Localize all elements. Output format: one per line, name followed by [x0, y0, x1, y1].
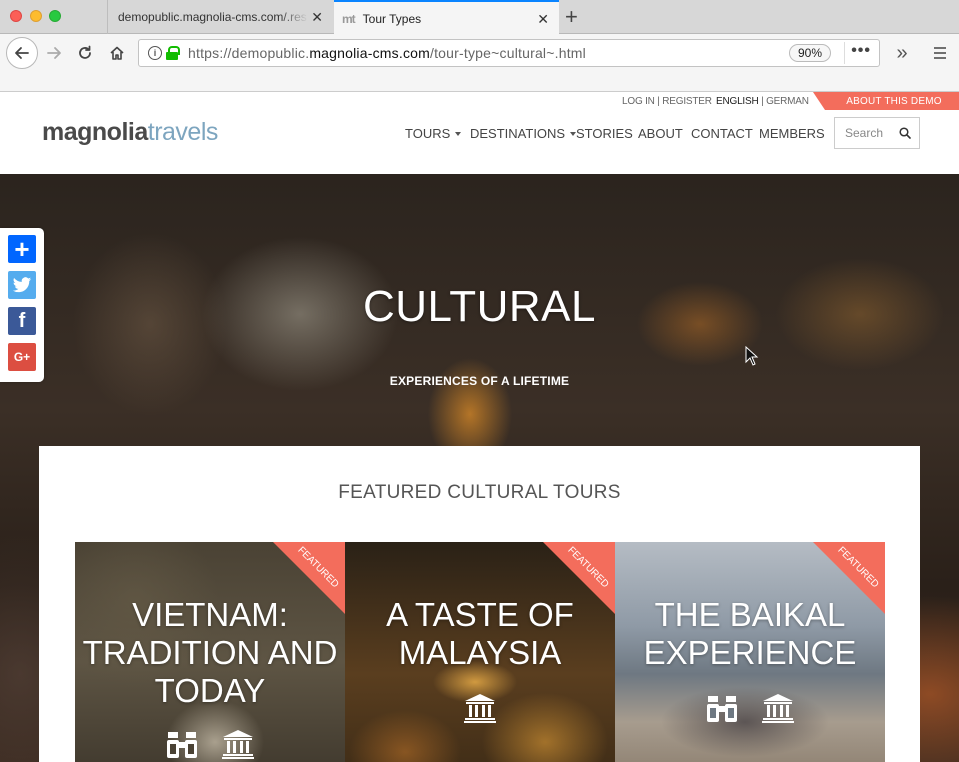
forward-arrow-icon[interactable] — [42, 38, 66, 68]
lang-divider: | — [758, 96, 767, 107]
hero-title: CULTURAL — [362, 282, 596, 331]
tab-title: Tour Types — [362, 11, 422, 26]
site-search[interactable] — [834, 117, 920, 149]
search-input[interactable] — [845, 126, 903, 140]
tour-card-malaysia[interactable]: FEATURED A TASTE OF MALAYSIA — [345, 542, 615, 762]
tour-type-icons — [75, 728, 345, 760]
toolbar-spacer — [0, 72, 959, 92]
window-maximize-button[interactable] — [49, 10, 61, 22]
zoom-level-badge[interactable]: 90% — [788, 44, 831, 62]
tour-card-title: A TASTE OF MALAYSIA — [386, 596, 574, 671]
lang-german[interactable]: GERMAN — [766, 96, 809, 107]
museum-icon — [464, 694, 496, 723]
address-bar[interactable]: i https://demopublic.magnolia-cms.com/to… — [138, 39, 880, 67]
page-actions-more-icon[interactable]: ••• — [851, 42, 871, 60]
lock-icon[interactable] — [166, 46, 180, 60]
tour-card-vietnam[interactable]: FEATURED VIETNAM: TRADITION AND TODAY — [75, 542, 345, 762]
hero-subtitle: EXPERIENCES OF A LIFETIME — [389, 374, 570, 388]
lang-english[interactable]: ENGLISH — [716, 96, 759, 107]
tab-close-icon[interactable]: ✕ — [311, 9, 323, 26]
window-minimize-button[interactable] — [30, 10, 42, 22]
nav-about[interactable]: ABOUT — [638, 126, 683, 141]
home-icon[interactable] — [105, 38, 129, 68]
facebook-icon[interactable]: f — [8, 307, 36, 335]
mouse-cursor-icon — [745, 346, 759, 366]
language-switch[interactable]: ENGLISH | GERMAN — [716, 96, 809, 107]
tour-card-title: THE BAIKAL EXPERIENCE — [643, 596, 857, 671]
about-demo-button[interactable]: ABOUT THIS DEMO — [813, 92, 959, 110]
share-add-icon[interactable]: + — [8, 235, 36, 263]
url-divider — [844, 42, 845, 64]
share-toolbar: + f G+ — [0, 228, 44, 382]
binoculars-icon — [707, 696, 737, 722]
back-arrow-icon[interactable] — [6, 37, 38, 69]
featured-section-title: FEATURED CULTURAL TOURS — [338, 482, 621, 503]
webpage: LOG IN | REGISTER ENGLISH | GERMAN ABOUT… — [0, 92, 959, 762]
tour-card-title: VIETNAM: TRADITION AND TODAY — [82, 596, 338, 709]
nav-destinations[interactable]: DESTINATIONS — [470, 126, 577, 141]
hamburger-menu-icon[interactable] — [928, 38, 952, 68]
overflow-chevrons-icon[interactable]: » — [890, 38, 914, 68]
browser-toolbar: i https://demopublic.magnolia-cms.com/to… — [0, 34, 959, 72]
tab-title: demopublic.magnolia-cms.com/.res — [118, 10, 307, 24]
nav-stories[interactable]: STORIES — [576, 126, 633, 141]
tour-type-icons — [345, 692, 615, 724]
googleplus-icon[interactable]: G+ — [8, 343, 36, 371]
login-register-link[interactable]: LOG IN | REGISTER — [622, 96, 712, 107]
browser-tab-1[interactable]: demopublic.magnolia-cms.com/.res ✕ — [107, 0, 333, 34]
twitter-icon[interactable] — [8, 271, 36, 299]
search-icon[interactable] — [899, 127, 911, 139]
new-tab-plus-icon[interactable]: + — [565, 4, 578, 30]
museum-icon — [222, 730, 254, 759]
tour-card-baikal[interactable]: FEATURED THE BAIKAL EXPERIENCE — [615, 542, 885, 762]
browser-tab-strip: demopublic.magnolia-cms.com/.res ✕ mt To… — [0, 0, 959, 35]
nav-members[interactable]: MEMBERS — [759, 126, 825, 141]
chevron-down-icon — [455, 131, 462, 136]
featured-tours-panel: FEATURED CULTURAL TOURS FEATURED VIETNAM… — [39, 446, 920, 762]
site-logo[interactable]: magnoliatravels — [42, 118, 218, 147]
tab-close-icon[interactable]: ✕ — [537, 11, 549, 28]
museum-icon — [762, 694, 794, 723]
magnolia-favicon-icon: mt — [342, 11, 356, 26]
site-info-icon[interactable]: i — [148, 46, 162, 60]
nav-contact[interactable]: CONTACT — [691, 126, 753, 141]
window-close-button[interactable] — [10, 10, 22, 22]
binoculars-icon — [167, 732, 197, 758]
url-text[interactable]: https://demopublic.magnolia-cms.com/tour… — [188, 45, 586, 61]
nav-tours[interactable]: TOURS — [405, 126, 462, 141]
reload-icon[interactable] — [73, 38, 97, 68]
browser-tab-2-active[interactable]: mt Tour Types ✕ — [334, 0, 559, 35]
tour-type-icons — [615, 692, 885, 724]
